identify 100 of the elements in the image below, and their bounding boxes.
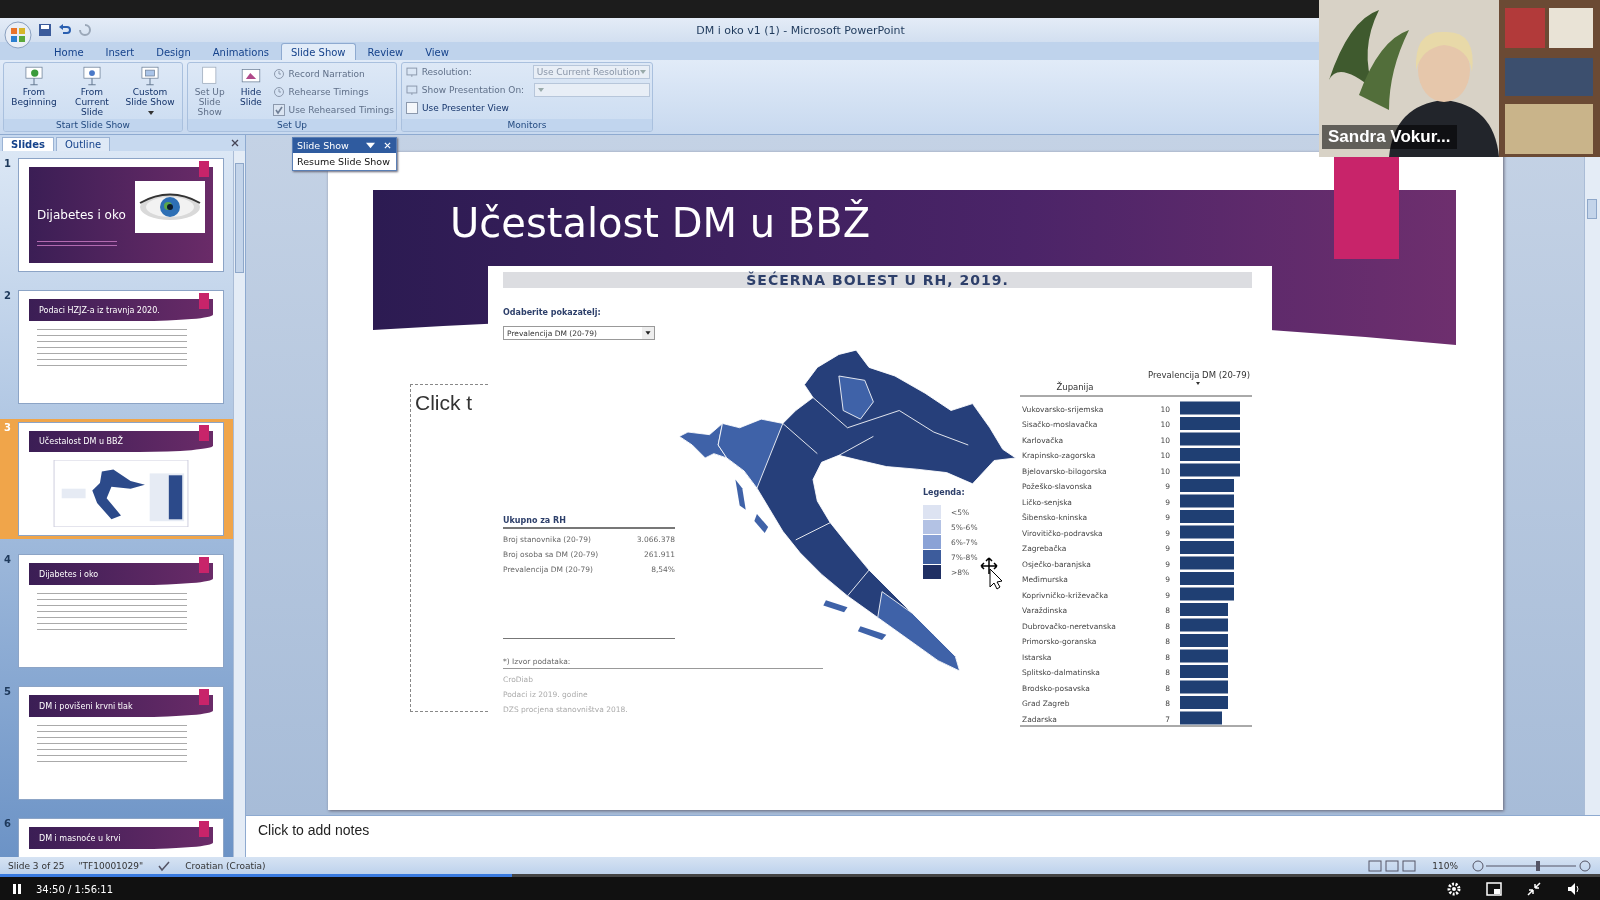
ribbon-button[interactable]: From Beginning (6, 65, 62, 117)
accent-rectangle (199, 293, 209, 309)
slide-number: 4 (4, 554, 12, 567)
caret-icon (537, 88, 544, 92)
chart-screen-icon (81, 65, 103, 87)
stacked-screens-icon (139, 65, 161, 87)
selector-label: Odaberite pokazatelj: (503, 308, 602, 317)
bar (1180, 401, 1240, 415)
slide-thumbnail[interactable]: 3 Učestalost DM u BBŽ (0, 419, 233, 539)
bar (1180, 618, 1228, 632)
checkbox[interactable] (406, 102, 418, 114)
bar (1180, 494, 1234, 508)
bar (1180, 696, 1228, 709)
slide-number: 3 (4, 422, 12, 435)
field-label: Use Presenter View (422, 103, 510, 113)
timer-icon (272, 86, 285, 98)
ribbon-tab[interactable]: Insert (95, 43, 145, 60)
dropdown-arrow-icon[interactable] (365, 142, 375, 149)
slide-title: Učestalost DM u BBŽ (39, 437, 124, 446)
bar (1180, 525, 1234, 539)
slide-title: Dijabetes i oko (39, 569, 99, 579)
slide-number: 2 (4, 290, 12, 303)
theme-name: "TF10001029" (78, 860, 144, 871)
save-icon[interactable] (38, 23, 52, 37)
language-label[interactable]: Croatian (Croatia) (185, 860, 266, 871)
slide-thumbnail[interactable]: 5 DM i povišeni krvni tlak (0, 683, 233, 803)
field-label: Resolution: (421, 67, 473, 77)
accent-rectangle (199, 161, 209, 177)
accent-rectangle (199, 821, 209, 837)
accent-rectangle (199, 689, 209, 705)
caret-icon (642, 327, 654, 339)
play-screen-icon (23, 65, 45, 87)
close-icon[interactable] (231, 139, 239, 147)
group-label: Monitors (402, 119, 652, 131)
ribbon-tab[interactable]: Animations (202, 43, 279, 60)
bar (1180, 417, 1240, 430)
pane-tab[interactable]: Outline (55, 137, 111, 151)
menu-item[interactable]: Resume Slide Show (293, 153, 396, 170)
accent-rectangle (199, 557, 209, 573)
bar (1180, 572, 1234, 585)
bar (1180, 479, 1234, 492)
slide-number: 5 (4, 686, 12, 699)
bar (1180, 587, 1234, 601)
slide-thumbnail[interactable]: 6 DM i masnoće u krvi (0, 815, 233, 857)
picture-in-picture-icon[interactable] (1486, 881, 1502, 897)
monitor-icon (406, 66, 418, 78)
bar (1180, 432, 1240, 446)
settings-icon[interactable] (1446, 881, 1462, 897)
close-icon[interactable] (382, 142, 392, 149)
scrollbar[interactable] (1584, 157, 1600, 815)
bar (1180, 649, 1228, 663)
ribbon-tab[interactable]: Review (357, 43, 414, 60)
slide-thumbnail[interactable]: 4 Dijabetes i oko (0, 551, 233, 671)
bar (1180, 510, 1234, 523)
slide-title: Dijabetes i oko (37, 208, 126, 222)
slide-number: 6 (4, 818, 12, 831)
bar (1180, 603, 1228, 616)
ribbon-tab[interactable]: Home (44, 43, 94, 60)
slide-title: DM i povišeni krvni tlak (39, 701, 133, 711)
bar (1180, 634, 1228, 647)
exit-fullscreen-icon[interactable] (1526, 881, 1542, 897)
ribbon-tab[interactable]: View (415, 43, 459, 60)
axis-label: Županija (1056, 382, 1094, 392)
ribbon-button[interactable]: Hide Slide (231, 65, 271, 117)
scrollbar[interactable] (233, 151, 245, 857)
pane-tab[interactable]: Slides (2, 137, 54, 151)
undo-icon[interactable] (58, 23, 72, 37)
volume-icon[interactable] (1566, 881, 1582, 897)
caret-icon (640, 70, 646, 74)
bar (1180, 448, 1240, 461)
ribbon-tab[interactable]: Design (146, 43, 201, 60)
series-label: Prevalencija DM (20-79) (1148, 370, 1250, 380)
bar (1180, 680, 1228, 694)
window-title: DM i oko v1 (1) - Microsoft PowerPoint (695, 23, 906, 37)
slide-thumbnail[interactable]: 2 Podaci HZJZ-a iz travnja 2020. (0, 287, 233, 407)
pause-icon[interactable] (12, 883, 22, 895)
slide-title: DM i masnoće u krvi (39, 833, 121, 843)
slide-title: Podaci HZJZ-a iz travnja 2020. (39, 305, 160, 315)
spellcheck-icon[interactable] (157, 859, 172, 872)
zoom-level[interactable]: 110% (1432, 860, 1458, 871)
slide-counter: Slide 3 of 25 (8, 860, 65, 871)
bar (1180, 665, 1228, 678)
slide-title: Učestalost DM u BBŽ (450, 200, 871, 246)
monitor-icon (406, 84, 418, 96)
participant-name: Sandra Vokur... (1322, 125, 1457, 149)
sort-icon (1196, 382, 1200, 385)
zoom-slider-icon[interactable] (1472, 859, 1592, 872)
ribbon-button[interactable]: From Current Slide (64, 65, 120, 117)
playback-time: 34:50 / 1:56:11 (36, 883, 114, 895)
timer-icon (272, 68, 285, 80)
ribbon-tab[interactable]: Slide Show (280, 43, 356, 60)
dashboard-title: ŠEĆERNA BOLEST U RH, 2019. (746, 272, 1009, 288)
slide-number: 1 (4, 158, 12, 171)
group-label: Set Up (188, 119, 396, 131)
group-label: Start Slide Show (4, 119, 182, 131)
checkbox-label: Use Rehearsed Timings (288, 105, 394, 115)
notes-placeholder[interactable]: Click to add notes (258, 822, 370, 838)
ribbon-button[interactable]: Custom Slide Show (122, 65, 178, 117)
section-heading: Ukupno za RH (503, 516, 675, 529)
slide-thumbnail[interactable]: 1 Dijabetes i oko (0, 155, 233, 275)
